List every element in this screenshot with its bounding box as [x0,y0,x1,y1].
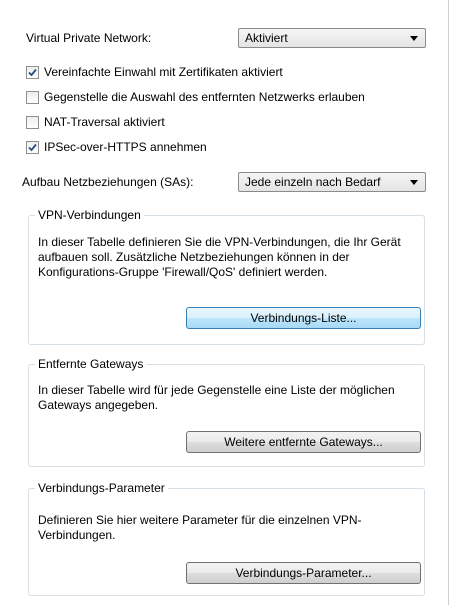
group-vpn-connections: VPN-Verbindungen In dieser Tabelle defin… [28,208,425,345]
checkbox-row-nat-traversal[interactable]: NAT-Traversal aktiviert [26,115,165,129]
checkbox-row-ipsec-https[interactable]: IPSec-over-HTTPS annehmen [26,140,207,154]
checkbox-certificates-label: Vereinfachte Einwahl mit Zertifikaten ak… [44,65,283,79]
sa-label: Aufbau Netzbeziehungen (SAs): [22,175,194,189]
group-remote-gateways-title: Entfernte Gateways [35,357,147,371]
vpn-label: Virtual Private Network: [26,31,152,45]
sa-select[interactable]: Jede einzeln nach Bedarf [238,172,426,192]
chevron-down-icon [410,35,418,41]
group-connection-parameters: Verbindungs-Parameter Definieren Sie hie… [28,481,425,596]
vpn-row: Virtual Private Network: [26,31,151,45]
vpn-select-value: Aktiviert [245,31,288,45]
sa-select-value: Jede einzeln nach Bedarf [245,175,381,189]
checkbox-remote-network[interactable] [26,90,39,104]
group-connection-parameters-text: Definieren Sie hier weitere Parameter fü… [38,513,362,542]
connection-list-button[interactable]: Verbindungs-Liste... [186,307,421,329]
sa-row: Aufbau Netzbeziehungen (SAs): [22,175,193,189]
group-vpn-connections-text: In dieser Tabelle definieren Sie die VPN… [38,235,401,279]
remote-gateways-button[interactable]: Weitere entfernte Gateways... [186,431,421,453]
checkbox-row-remote-network[interactable]: Gegenstelle die Auswahl des entfernten N… [26,90,365,104]
checkbox-nat-traversal[interactable] [26,115,39,129]
checkbox-nat-traversal-label: NAT-Traversal aktiviert [44,115,165,129]
checkmark-icon [28,143,37,151]
chevron-down-icon [410,179,418,185]
vpn-select[interactable]: Aktiviert [238,28,426,48]
checkbox-ipsec-https-label: IPSec-over-HTTPS annehmen [44,140,207,154]
checkbox-remote-network-label: Gegenstelle die Auswahl des entfernten N… [44,90,365,104]
vpn-settings-panel: Virtual Private Network: Aktiviert Verei… [0,0,449,605]
group-remote-gateways-text: In dieser Tabelle wird für jede Gegenste… [38,383,395,412]
checkbox-row-certificates[interactable]: Vereinfachte Einwahl mit Zertifikaten ak… [26,65,283,79]
connection-parameters-button[interactable]: Verbindungs-Parameter... [186,562,421,584]
group-remote-gateways: Entfernte Gateways In dieser Tabelle wir… [28,357,425,467]
group-vpn-connections-title: VPN-Verbindungen [35,208,144,222]
group-connection-parameters-title: Verbindungs-Parameter [35,481,168,495]
checkmark-icon [28,68,37,76]
checkbox-ipsec-https[interactable] [26,140,39,154]
checkbox-certificates[interactable] [26,65,39,79]
